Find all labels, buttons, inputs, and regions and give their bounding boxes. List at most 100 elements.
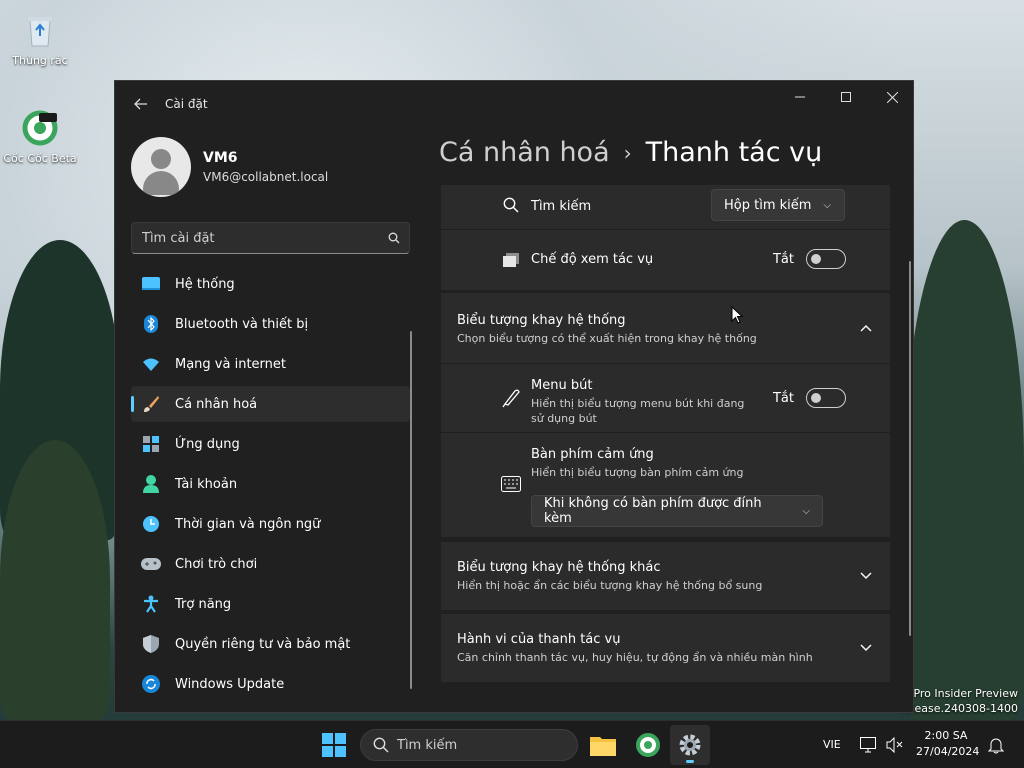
sidebar-item-label: Trợ năng <box>175 596 232 612</box>
chevron-down-icon[interactable] <box>856 638 876 658</box>
sidebar-item-label: Hệ thống <box>175 276 235 292</box>
mouse-cursor-icon <box>731 306 743 324</box>
search-icon[interactable] <box>379 232 409 244</box>
taskbar-search[interactable]: Tìm kiếm <box>360 729 578 761</box>
system-icon <box>141 274 161 294</box>
watermark-line: Pro Insider Preview <box>913 687 1018 700</box>
sidebar-item-label: Bluetooth và thiết bị <box>175 316 309 332</box>
search-input[interactable] <box>132 230 379 246</box>
sidebar-nav: Hệ thống Bluetooth và thiết bị Mạng và i… <box>131 266 410 706</box>
sidebar-item-gaming[interactable]: Chơi trò chơi <box>131 546 410 582</box>
back-arrow-icon <box>134 98 147 110</box>
sidebar-scrollbar[interactable] <box>410 331 412 689</box>
search-setting-row: Tìm kiếm Hộp tìm kiếm ⌵ <box>441 185 890 229</box>
section-title: Biểu tượng khay hệ thống khác <box>457 560 661 575</box>
sidebar-item-privacy[interactable]: Quyền riêng tư và bảo mật <box>131 626 410 662</box>
pen-menu-row: Menu bút Hiển thị biểu tượng menu bút kh… <box>441 364 890 432</box>
taskbar-behavior-section[interactable]: Hành vi của thanh tác vụ Căn chỉnh thanh… <box>441 614 890 682</box>
wifi-icon <box>141 354 161 374</box>
sidebar-item-windows-update[interactable]: Windows Update <box>131 666 410 702</box>
sidebar-item-time-language[interactable]: Thời gian và ngôn ngữ <box>131 506 410 542</box>
sidebar-item-apps[interactable]: Ứng dụng <box>131 426 410 462</box>
content-scrollbar[interactable] <box>909 261 911 636</box>
build-watermark: Pro Insider Preview release.240308-1400 <box>900 686 1018 716</box>
network-icon[interactable] <box>860 737 878 757</box>
task-view-toggle[interactable] <box>806 249 846 269</box>
notification-bell-icon[interactable] <box>987 736 1005 758</box>
taskbar-search-label: Tìm kiếm <box>397 737 458 753</box>
dropdown-value: Khi không có bàn phím được đính kèm <box>544 496 762 526</box>
volume-muted-icon[interactable] <box>886 736 904 757</box>
start-button[interactable] <box>314 725 354 765</box>
breadcrumb-parent[interactable]: Cá nhân hoá <box>439 137 610 168</box>
coccoc-browser-icon <box>636 733 660 757</box>
gear-icon <box>679 734 701 756</box>
touch-keyboard-row: Bàn phím cảm ứng Hiển thị biểu tượng bàn… <box>441 433 890 537</box>
toggle-state-label: Tắt <box>772 251 794 267</box>
pen-menu-subtitle-1: Hiển thị biểu tượng menu bút khi đang <box>531 397 745 410</box>
sidebar-item-bluetooth[interactable]: Bluetooth và thiết bị <box>131 306 410 342</box>
clock-time: 2:00 SA <box>924 729 968 742</box>
sidebar-item-label: Ứng dụng <box>175 436 240 452</box>
other-tray-icons-section[interactable]: Biểu tượng khay hệ thống khác Hiển thị h… <box>441 542 890 610</box>
minimize-icon <box>795 96 805 98</box>
apps-icon <box>141 434 161 454</box>
brush-icon <box>141 394 161 414</box>
chevron-down-icon: ⌵ <box>823 199 832 211</box>
maximize-button[interactable] <box>823 81 869 113</box>
avatar <box>131 137 191 197</box>
breadcrumb: Cá nhân hoá › Thanh tác vụ <box>439 137 822 168</box>
page-title: Thanh tác vụ <box>645 137 823 168</box>
time-language-icon <box>141 514 161 534</box>
chevron-up-icon[interactable] <box>856 318 876 338</box>
maximize-icon <box>841 92 851 102</box>
user-profile[interactable]: VM6 VM6@collabnet.local <box>131 137 328 197</box>
sidebar-item-system[interactable]: Hệ thống <box>131 266 410 302</box>
input-language-indicator[interactable]: VIE <box>823 738 841 751</box>
touch-keyboard-subtitle: Hiển thị biểu tượng bàn phím cảm ứng <box>531 466 744 479</box>
sidebar-item-label: Windows Update <box>175 676 285 692</box>
wallpaper-island-bottom-left <box>0 440 110 720</box>
taskbar: Tìm kiếm VIE 2:00 SA 27/04/2024 <box>0 720 1024 768</box>
section-title: Hành vi của thanh tác vụ <box>457 632 621 647</box>
chevron-right-icon: › <box>623 140 632 165</box>
sidebar-item-accessibility[interactable]: Trợ năng <box>131 586 410 622</box>
tray-icons-section-header[interactable]: Biểu tượng khay hệ thống Chọn biểu tượng… <box>441 293 890 363</box>
chevron-down-icon[interactable] <box>856 566 876 586</box>
search-mode-dropdown[interactable]: Hộp tìm kiếm ⌵ <box>711 189 845 221</box>
back-button[interactable] <box>131 94 151 114</box>
sidebar-item-personalization[interactable]: Cá nhân hoá <box>131 386 410 422</box>
task-view-row: Chế độ xem tác vụ Tắt <box>441 230 890 290</box>
gamepad-icon <box>141 554 161 574</box>
desktop-icon-coccoc[interactable]: Cốc Cốc Beta <box>0 108 80 165</box>
file-explorer-button[interactable] <box>583 725 623 765</box>
search-setting-label: Tìm kiếm <box>531 199 592 214</box>
recycle-bin-icon <box>20 10 60 50</box>
pen-menu-toggle[interactable] <box>806 388 846 408</box>
system-clock[interactable]: 2:00 SA 27/04/2024 <box>916 728 980 760</box>
sidebar-item-label: Mạng và internet <box>175 356 286 372</box>
settings-search[interactable] <box>131 222 410 254</box>
pen-menu-toggle-group: Tắt <box>773 388 846 408</box>
sidebar-item-label: Cá nhân hoá <box>175 396 258 412</box>
search-icon <box>503 197 519 217</box>
search-icon <box>373 737 389 753</box>
coccoc-browser-icon <box>20 108 60 148</box>
pen-icon <box>501 388 521 412</box>
desktop-icon-recycle-bin[interactable]: Thùng rác <box>0 10 80 67</box>
section-subtitle: Chọn biểu tượng có thể xuất hiện trong k… <box>457 332 757 345</box>
coccoc-taskbar-button[interactable] <box>628 725 668 765</box>
task-view-toggle-group: Tắt <box>773 249 846 269</box>
sidebar-item-network[interactable]: Mạng và internet <box>131 346 410 382</box>
clock-date: 27/04/2024 <box>916 745 980 758</box>
settings-taskbar-button[interactable] <box>670 725 710 765</box>
close-button[interactable] <box>869 81 913 113</box>
task-view-label: Chế độ xem tác vụ <box>531 252 654 267</box>
watermark-line: release.240308-1400 <box>900 702 1018 715</box>
sidebar-item-label: Thời gian và ngôn ngữ <box>175 516 321 532</box>
touch-keyboard-dropdown[interactable]: Khi không có bàn phím được đính kèm ⌵ <box>531 495 823 527</box>
sidebar-item-accounts[interactable]: Tài khoản <box>131 466 410 502</box>
desktop-icon-label: Cốc Cốc Beta <box>3 152 77 165</box>
minimize-button[interactable] <box>777 81 823 113</box>
title-bar[interactable]: Cài đặt <box>115 81 913 127</box>
